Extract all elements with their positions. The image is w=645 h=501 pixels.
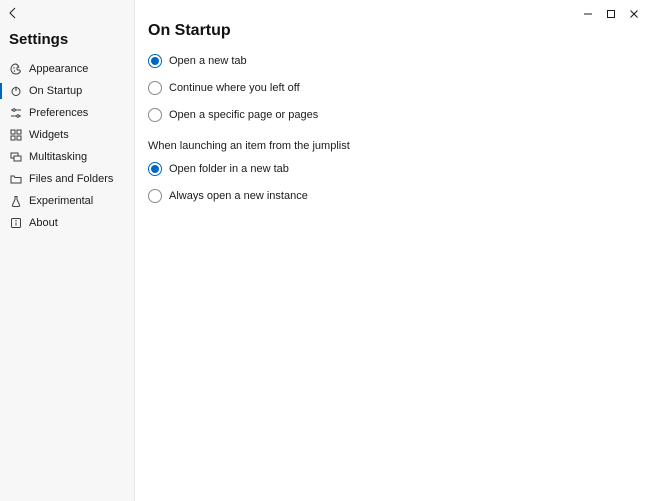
multitasking-icon bbox=[9, 150, 23, 164]
back-button[interactable] bbox=[2, 2, 24, 24]
radio-icon bbox=[148, 81, 162, 95]
nav-label: Files and Folders bbox=[29, 173, 113, 185]
palette-icon bbox=[9, 62, 23, 76]
nav-item-experimental[interactable]: Experimental bbox=[0, 190, 134, 212]
radio-option-open-new-tab[interactable]: Open a new tab bbox=[148, 54, 645, 68]
widgets-icon bbox=[9, 128, 23, 142]
folder-icon bbox=[9, 172, 23, 186]
nav-item-appearance[interactable]: Appearance bbox=[0, 58, 134, 80]
nav-item-on-startup[interactable]: On Startup bbox=[0, 80, 134, 102]
nav-label: About bbox=[29, 217, 58, 229]
radio-icon bbox=[148, 162, 162, 176]
radio-label: Continue where you left off bbox=[169, 82, 300, 94]
radio-option-continue[interactable]: Continue where you left off bbox=[148, 81, 645, 95]
nav-label: Experimental bbox=[29, 195, 93, 207]
radio-label: Open a specific page or pages bbox=[169, 109, 318, 121]
sidebar: Settings Appearance On Startup Preferenc… bbox=[0, 0, 135, 501]
nav-label: On Startup bbox=[29, 85, 82, 97]
nav-list: Appearance On Startup Preferences Widget… bbox=[0, 58, 134, 234]
nav-label: Multitasking bbox=[29, 151, 87, 163]
power-icon bbox=[9, 84, 23, 98]
flask-icon bbox=[9, 194, 23, 208]
radio-option-new-instance[interactable]: Always open a new instance bbox=[148, 189, 645, 203]
page-title: On Startup bbox=[148, 22, 645, 40]
radio-option-specific-page[interactable]: Open a specific page or pages bbox=[148, 108, 645, 122]
info-icon bbox=[9, 216, 23, 230]
radio-icon bbox=[148, 108, 162, 122]
radio-label: Open a new tab bbox=[169, 55, 247, 67]
nav-item-about[interactable]: About bbox=[0, 212, 134, 234]
radio-label: Open folder in a new tab bbox=[169, 163, 289, 175]
main-content: On Startup Open a new tab Continue where… bbox=[148, 22, 645, 501]
nav-label: Widgets bbox=[29, 129, 69, 141]
nav-item-widgets[interactable]: Widgets bbox=[0, 124, 134, 146]
radio-icon bbox=[148, 54, 162, 68]
radio-option-open-folder-new-tab[interactable]: Open folder in a new tab bbox=[148, 162, 645, 176]
nav-label: Preferences bbox=[29, 107, 88, 119]
radio-label: Always open a new instance bbox=[169, 190, 308, 202]
nav-item-files-folders[interactable]: Files and Folders bbox=[0, 168, 134, 190]
nav-item-preferences[interactable]: Preferences bbox=[0, 102, 134, 124]
nav-item-multitasking[interactable]: Multitasking bbox=[0, 146, 134, 168]
sliders-icon bbox=[9, 106, 23, 120]
sidebar-title: Settings bbox=[0, 24, 134, 58]
radio-icon bbox=[148, 189, 162, 203]
jumplist-heading: When launching an item from the jumplist bbox=[148, 140, 645, 152]
nav-label: Appearance bbox=[29, 63, 88, 75]
